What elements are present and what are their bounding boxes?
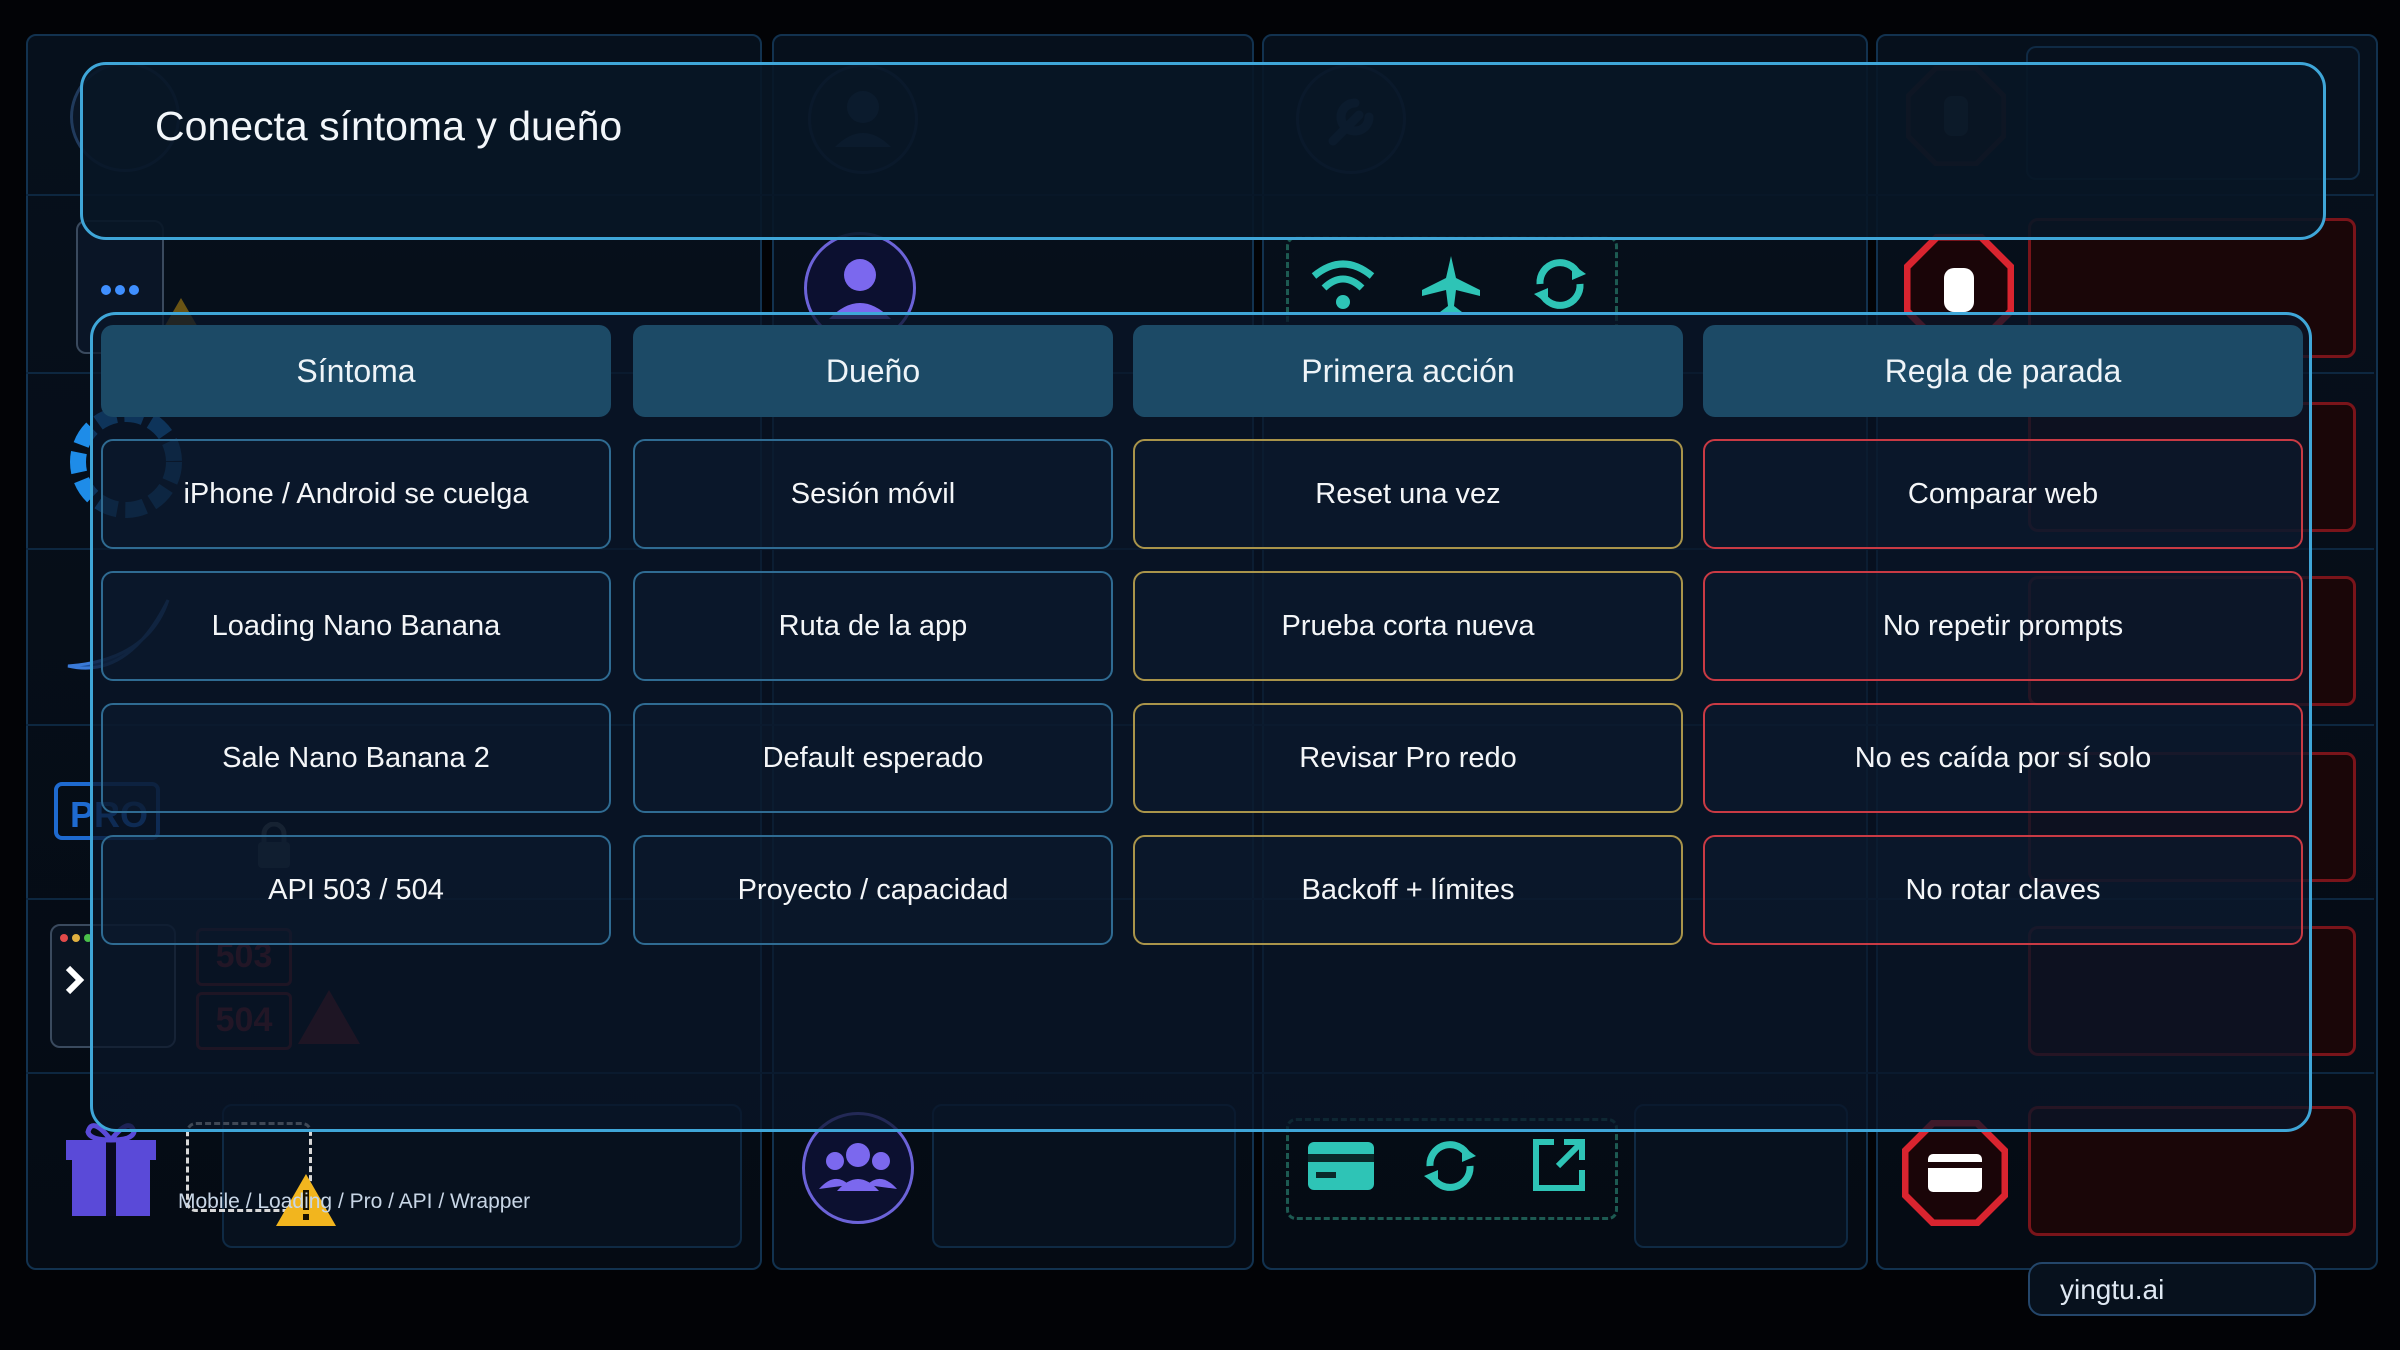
column-header-first-action: Primera acción — [1133, 325, 1683, 417]
credit-card-icon — [1306, 1138, 1376, 1194]
refresh-icon — [1528, 252, 1592, 316]
table-cell-symptom: iPhone / Android se cuelga — [101, 439, 611, 549]
table-cell-stop-rule: No repetir prompts — [1703, 571, 2303, 681]
mapping-table: Síntoma Dueño Primera acción Regla de pa… — [90, 312, 2312, 1132]
table-cell-stop-rule: Comparar web — [1703, 439, 2303, 549]
refresh-icon — [1418, 1134, 1482, 1198]
column-header-owner: Dueño — [633, 325, 1113, 417]
table-cell-symptom: API 503 / 504 — [101, 835, 611, 945]
wifi-icon — [1308, 252, 1378, 316]
page-title: Conecta síntoma y dueño — [155, 103, 623, 149]
footer-path: Mobile / Loading / Pro / API / Wrapper — [178, 1190, 531, 1213]
table-cell-owner: Ruta de la app — [633, 571, 1113, 681]
table-cell-owner: Proyecto / capacidad — [633, 835, 1113, 945]
table-cell-stop-rule: No rotar claves — [1703, 835, 2303, 945]
brand-badge: yingtu.ai — [2028, 1262, 2316, 1316]
table-cell-symptom: Loading Nano Banana — [101, 571, 611, 681]
credit-card-stop-icon — [1902, 1120, 2008, 1226]
table-cell-first-action: Reset una vez — [1133, 439, 1683, 549]
column-header-stop-rule: Regla de parada — [1703, 325, 2303, 417]
airplane-icon — [1418, 252, 1484, 316]
title-panel: Conecta síntoma y dueño — [80, 62, 2326, 240]
table-cell-first-action: Backoff + límites — [1133, 835, 1683, 945]
table-cell-owner: Sesión móvil — [633, 439, 1113, 549]
external-link-icon — [1528, 1134, 1590, 1196]
table-cell-owner: Default esperado — [633, 703, 1113, 813]
column-header-symptom: Síntoma — [101, 325, 611, 417]
table-cell-stop-rule: No es caída por sí solo — [1703, 703, 2303, 813]
table-cell-first-action: Revisar Pro redo — [1133, 703, 1683, 813]
table-cell-symptom: Sale Nano Banana 2 — [101, 703, 611, 813]
table-cell-first-action: Prueba corta nueva — [1133, 571, 1683, 681]
